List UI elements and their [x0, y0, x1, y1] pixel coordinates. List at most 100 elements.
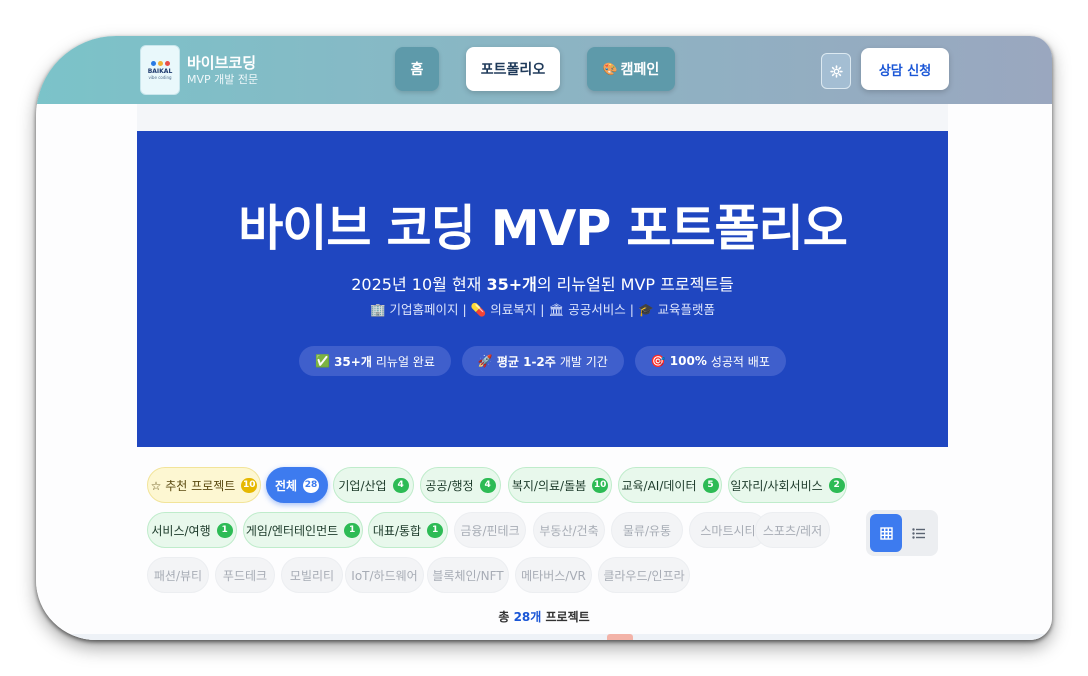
hero-subtitle-prefix: 2025년 10월 현재 — [351, 275, 487, 294]
filter-chip[interactable]: 부동산/건축 — [533, 512, 605, 548]
hero-banner: 바이브 코딩 MVP 포트폴리오 2025년 10월 현재 35+개의 리뉴얼된… — [137, 131, 948, 447]
filter-count-badge: 1 — [344, 522, 361, 538]
browser-window: BAIKAL vibe coding 바이브코딩 MVP 개발 전문 홈 포트폴… — [36, 36, 1052, 640]
filter-count-badge: 10 — [592, 477, 609, 493]
filter-chip-label: 패션/뷰티 — [153, 568, 203, 583]
grid-view-button[interactable] — [870, 514, 902, 552]
palette-icon: 🎨 — [602, 62, 618, 76]
filter-count-badge: 4 — [392, 477, 409, 493]
brand-tagline: MVP 개발 전문 — [187, 73, 259, 86]
page-content: 바이브 코딩 MVP 포트폴리오 2025년 10월 현재 35+개의 리뉴얼된… — [36, 104, 1052, 640]
hero-subtitle-highlight: 35+개 — [486, 275, 537, 294]
filter-chip[interactable]: 복지/의료/돌봄 10 — [508, 467, 612, 503]
filter-chip-label: 스포츠/레저 — [762, 523, 823, 538]
hero-category: 의료복지 — [490, 302, 537, 317]
consult-request-button[interactable]: 상담 신청 — [861, 48, 949, 90]
filter-chip-label: 물류/유통 — [622, 523, 672, 538]
filter-chip[interactable]: 푸드테크 — [215, 557, 275, 593]
filter-chip[interactable]: 물류/유통 — [611, 512, 683, 548]
institution-icon: 🏛 — [548, 302, 565, 317]
stat-value: 100% — [669, 354, 707, 368]
hero-stats: ✅ 35+개 리뉴얼 완료 🚀 평균 1-2주 개발 기간 🎯 100% 성공적… — [137, 346, 948, 376]
hero-subtitle-suffix: 의 리뉴얼된 MVP 프로젝트들 — [536, 275, 734, 294]
filter-chip[interactable]: 서비스/여행 1 — [147, 512, 237, 548]
filter-count-badge: 1 — [427, 522, 444, 538]
nav-campaign-button[interactable]: 🎨 캠페인 — [587, 47, 675, 91]
filter-chip[interactable]: ☆ 추천 프로젝트 10 — [147, 467, 261, 503]
filter-count-badge: 4 — [479, 477, 496, 493]
total-prefix: 총 — [498, 610, 514, 624]
brand-logo: BAIKAL vibe coding — [140, 45, 180, 95]
stat-pill: 🚀 평균 1-2주 개발 기간 — [461, 346, 624, 376]
stat-label: 개발 기간 — [559, 354, 608, 369]
card-edge-accent — [607, 634, 633, 640]
filter-chip-label: 교육/AI/데이터 — [621, 478, 697, 493]
hero-categories: 🏢 기업홈페이지 | 💊 의료복지 | 🏛 공공서비스 | 🎓 교육플랫폼 — [369, 302, 716, 317]
nav-portfolio-button[interactable]: 포트폴리오 — [466, 47, 560, 91]
filter-chip[interactable]: 전체 28 — [266, 467, 328, 503]
view-toggle — [866, 510, 938, 556]
filter-chip-label: 공공/행정 — [425, 478, 474, 493]
target-icon: 🎯 — [650, 354, 666, 368]
grid-icon — [879, 526, 893, 540]
stat-pill: ✅ 35+개 리뉴얼 완료 — [299, 346, 451, 376]
filter-chip-label: 일자리/사회서비스 — [730, 478, 823, 493]
filter-chip-label: 복지/의료/돌봄 — [511, 478, 587, 493]
top-navbar: BAIKAL vibe coding 바이브코딩 MVP 개발 전문 홈 포트폴… — [36, 36, 1052, 104]
stat-label: 성공적 배포 — [710, 354, 770, 369]
total-suffix: 프로젝트 — [541, 610, 590, 624]
filter-chip[interactable]: 메타버스/VR — [515, 557, 592, 593]
settings-button[interactable] — [821, 53, 851, 89]
graduation-cap-icon: 🎓 — [637, 302, 654, 317]
filter-chip-label: 게임/엔터테인먼트 — [245, 523, 339, 538]
filter-chip-label: 부동산/건축 — [539, 523, 599, 538]
filter-chip-label: 블록체인/NFT — [432, 568, 504, 583]
stat-label: 리뉴얼 완료 — [375, 354, 435, 369]
filter-count-badge: 28 — [303, 477, 320, 493]
filter-chip-label: 메타버스/VR — [521, 568, 586, 583]
filter-chip-label: 푸드테크 — [222, 568, 268, 583]
rocket-icon: 🚀 — [477, 354, 493, 368]
filter-chip-label: 스마트시티 — [700, 523, 756, 538]
filter-count-badge: 1 — [216, 522, 233, 538]
filter-chip[interactable]: 스포츠/레저 — [755, 512, 830, 548]
filter-chip[interactable]: 패션/뷰티 — [147, 557, 209, 593]
project-total: 총 28개 프로젝트 — [36, 608, 1052, 625]
filter-chip[interactable]: 모빌리티 — [281, 557, 343, 593]
list-icon — [911, 527, 925, 539]
filter-chip[interactable]: 클라우드/인프라 — [598, 557, 690, 593]
filter-chip[interactable]: 블록체인/NFT — [427, 557, 509, 593]
filter-chip[interactable]: 공공/행정 4 — [420, 467, 501, 503]
filter-chip[interactable]: 게임/엔터테인먼트 1 — [243, 512, 363, 548]
stat-value: 35+개 — [334, 354, 372, 369]
filter-chip-label: 금융/핀테크 — [460, 523, 520, 538]
filter-chip[interactable]: 교육/AI/데이터 5 — [618, 467, 722, 503]
gear-icon — [829, 64, 843, 78]
filter-chip-label: 대표/통합 — [372, 523, 422, 538]
filter-chip[interactable]: 기업/산업 4 — [333, 467, 414, 503]
hero-subtitle: 2025년 10월 현재 35+개의 리뉴얼된 MVP 프로젝트들 — [137, 271, 948, 295]
brand[interactable]: BAIKAL vibe coding 바이브코딩 MVP 개발 전문 — [140, 45, 258, 95]
filter-count-badge: 10 — [241, 477, 258, 493]
hero-category: 교육플랫폼 — [657, 302, 716, 317]
brand-text: 바이브코딩 MVP 개발 전문 — [187, 53, 258, 87]
brand-name: 바이브코딩 — [187, 54, 257, 72]
list-view-button[interactable] — [902, 514, 934, 552]
logo-text: BAIKAL — [147, 67, 173, 75]
building-icon: 🏢 — [369, 302, 386, 317]
filter-chip-label: IoT/하드웨어 — [351, 568, 418, 583]
card-grid-top-edge — [36, 634, 1052, 640]
logo-dots — [150, 60, 170, 66]
filter-chip[interactable]: 금융/핀테크 — [454, 512, 526, 548]
total-count: 28개 — [513, 610, 542, 624]
filter-chip-label: ☆ 추천 프로젝트 — [150, 478, 236, 493]
hero-category: 기업홈페이지 — [389, 302, 459, 317]
filter-chip-label: 모빌리티 — [289, 568, 335, 583]
check-icon: ✅ — [315, 354, 331, 368]
nav-campaign-label: 캠페인 — [620, 62, 660, 78]
filter-chip[interactable]: 일자리/사회서비스 2 — [728, 467, 847, 503]
nav-home-button[interactable]: 홈 — [395, 47, 439, 91]
filter-chip[interactable]: IoT/하드웨어 — [345, 557, 424, 593]
filter-chip[interactable]: 대표/통합 1 — [368, 512, 448, 548]
stat-value: 평균 1-2주 — [496, 354, 556, 369]
